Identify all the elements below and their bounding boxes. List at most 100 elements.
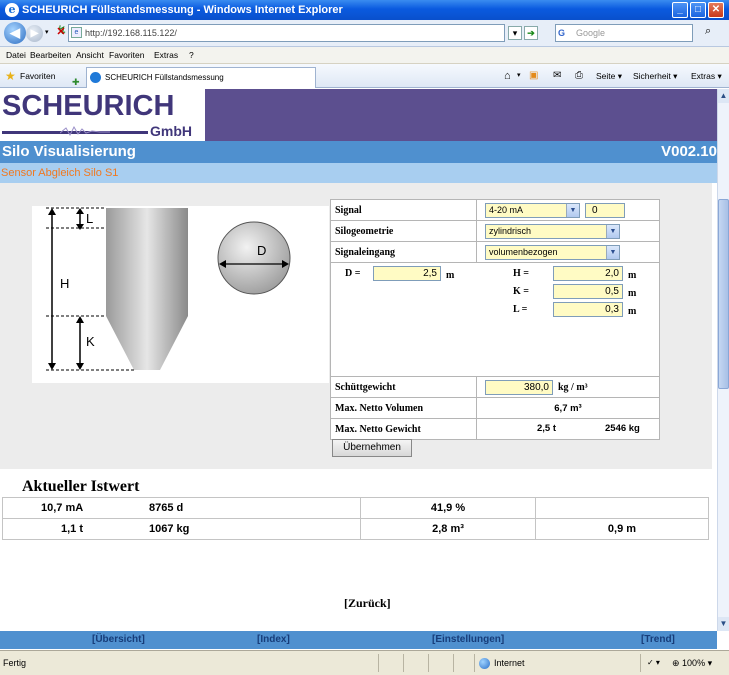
home-icon[interactable]: ⌂ (504, 64, 511, 88)
window-title: SCHEURICH Füllstandsmessung - Windows In… (22, 4, 343, 16)
dim-d-input[interactable]: 2,5 (373, 266, 441, 281)
bulk-density-label: Schüttgewicht (330, 376, 477, 398)
bulk-density-unit: kg / m³ (558, 382, 588, 393)
dimensions-cell: D = 2,5 m H = 2,0 m K = 0,5 m L = 0,3 m (330, 262, 660, 377)
page-title-bar: Silo Visualisierung V002.10 (0, 141, 717, 163)
menu-item-datei[interactable]: Datei (6, 47, 26, 64)
max-weight-kg: 2546 kg (605, 423, 640, 434)
feeds-icon[interactable]: ▣ (529, 64, 538, 88)
url-dropdown-icon[interactable]: ▾ (508, 26, 522, 40)
close-button[interactable]: ✕ (708, 2, 724, 18)
window-title-bar: SCHEURICH Füllstandsmessung - Windows In… (0, 0, 729, 20)
label-d: D (257, 243, 266, 258)
dim-d-unit: m (446, 270, 455, 281)
dim-k-unit: m (628, 288, 637, 299)
security-zone: Internet (494, 658, 525, 668)
menu-item-help[interactable]: ? (189, 47, 194, 64)
signal-input-select[interactable]: volumenbezogen ▼ (485, 245, 620, 260)
scroll-thumb[interactable] (718, 199, 729, 389)
signal-select-value: 4-20 mA (489, 205, 524, 215)
vertical-scrollbar[interactable]: ▲ ▼ (717, 89, 729, 631)
max-weight-cell: 2,5 t 2546 kg (476, 418, 660, 440)
logo-suffix: GmbH (150, 123, 192, 139)
go-icon[interactable]: ➔ (524, 26, 538, 40)
current-volume: 2,8 m³ (360, 518, 536, 540)
maximize-button[interactable]: □ (690, 2, 706, 18)
security-menu[interactable]: Sicherheit ▾ (633, 64, 677, 88)
favorites-button[interactable]: Favoriten (20, 64, 55, 88)
settings-panel: H L K D Signal 4-20 mA ▼ 0 Silogeometrie… (0, 183, 712, 469)
silo-cone (106, 316, 188, 370)
bulk-density-value: 380,0 (523, 382, 549, 393)
extras-menu[interactable]: Extras ▾ (691, 64, 722, 88)
dim-h-unit: m (628, 270, 637, 281)
silo-drawing: H L K D (46, 207, 291, 371)
menu-bar: Datei Bearbeiten Ansicht Favoriten Extra… (0, 47, 729, 64)
dim-k-input[interactable]: 0,5 (553, 284, 623, 299)
apply-button[interactable]: Übernehmen (332, 439, 412, 457)
version-label: V002.10 (661, 143, 717, 160)
label-l: L (86, 211, 93, 226)
subtitle-bar: Sensor Abgleich Silo S1 (0, 163, 717, 183)
nav-settings[interactable]: [Einstellungen] (432, 631, 504, 649)
forward-button[interactable]: ▶ (26, 25, 43, 42)
nav-overview[interactable]: [Übersicht] (92, 631, 145, 649)
page-menu[interactable]: Seite ▾ (596, 64, 622, 88)
current-weight-kg: 1067 kg (149, 523, 190, 535)
status-bar: Fertig Internet ✓ ▾ ⊕ 100% ▾ (0, 650, 729, 675)
print-icon[interactable]: ⎙ (575, 64, 583, 88)
stop-icon[interactable]: ✕ (55, 26, 67, 38)
back-link[interactable]: [Zurück] (344, 596, 391, 611)
search-placeholder: Google (576, 28, 606, 38)
internet-zone-icon (479, 658, 490, 669)
url-input[interactable]: http://192.168.115.122/ (68, 24, 505, 42)
signal-offset-input[interactable]: 0 (585, 203, 625, 218)
menu-item-favoriten[interactable]: Favoriten (109, 47, 144, 64)
minimize-button[interactable]: _ (672, 2, 688, 18)
chevron-down-icon: ▼ (606, 225, 619, 238)
signal-cell: 4-20 mA ▼ 0 (476, 199, 660, 221)
current-height: 0,9 m (535, 518, 709, 540)
current-row1-cell: 10,7 mA 8765 d (2, 497, 361, 519)
mail-icon[interactable]: ✉ (553, 64, 561, 88)
logo-name: SCHEURICH (2, 90, 175, 122)
zoom-level[interactable]: ⊕ 100% ▾ (672, 651, 712, 675)
protected-mode-icon[interactable]: ✓ ▾ (647, 651, 660, 675)
scroll-down-icon[interactable]: ▼ (718, 617, 729, 631)
max-volume-value: 6,7 m³ (476, 397, 660, 419)
fill-percent: 41,9 % (360, 497, 536, 519)
history-dropdown-icon[interactable]: ▾ (45, 28, 49, 36)
dim-h-value: 2,0 (605, 268, 619, 279)
home-dropdown-icon[interactable]: ▾ (517, 64, 521, 88)
dim-l-input[interactable]: 0,3 (553, 302, 623, 317)
silo-cylinder (106, 208, 188, 316)
dim-l-unit: m (628, 306, 637, 317)
search-input[interactable]: Google (555, 24, 693, 42)
footer-navigation: [Übersicht] [Index] [Einstellungen] [Tre… (0, 631, 717, 649)
geometry-select-value: zylindrisch (489, 226, 532, 236)
nav-trend[interactable]: [Trend] (641, 631, 675, 649)
browser-tab[interactable]: SCHEURICH Füllstandsmessung (86, 67, 316, 88)
signal-select[interactable]: 4-20 mA ▼ (485, 203, 580, 218)
nav-index[interactable]: [Index] (257, 631, 290, 649)
back-button[interactable]: ◀ (4, 22, 26, 44)
menu-item-bearbeiten[interactable]: Bearbeiten (30, 47, 71, 64)
menu-item-ansicht[interactable]: Ansicht (76, 47, 104, 64)
parameter-table: Signal 4-20 mA ▼ 0 Silogeometrie zylindr… (330, 199, 660, 440)
dim-h-input[interactable]: 2,0 (553, 266, 623, 281)
signal-label: Signal (330, 199, 477, 221)
current-weight-t: 1,1 t (61, 523, 84, 535)
dim-d-label: D = (345, 268, 361, 279)
geometry-select[interactable]: zylindrisch ▼ (485, 224, 620, 239)
tab-page-icon (90, 72, 101, 83)
menu-item-extras[interactable]: Extras (154, 47, 178, 64)
geometry-cell: zylindrisch ▼ (476, 220, 660, 242)
scroll-up-icon[interactable]: ▲ (718, 89, 729, 103)
label-h: H (60, 276, 69, 291)
address-toolbar: ◀ ▶ ▾ ↯ http://192.168.115.122/ ✕ e ▾ ➔ … (0, 20, 729, 47)
bulk-density-input[interactable]: 380,0 (485, 380, 553, 395)
search-icon[interactable]: ⌕ (705, 25, 711, 38)
ie-logo-icon: e (5, 3, 19, 17)
favorites-star-icon[interactable]: ★ (5, 70, 17, 82)
operating-days: 8765 d (149, 502, 184, 514)
